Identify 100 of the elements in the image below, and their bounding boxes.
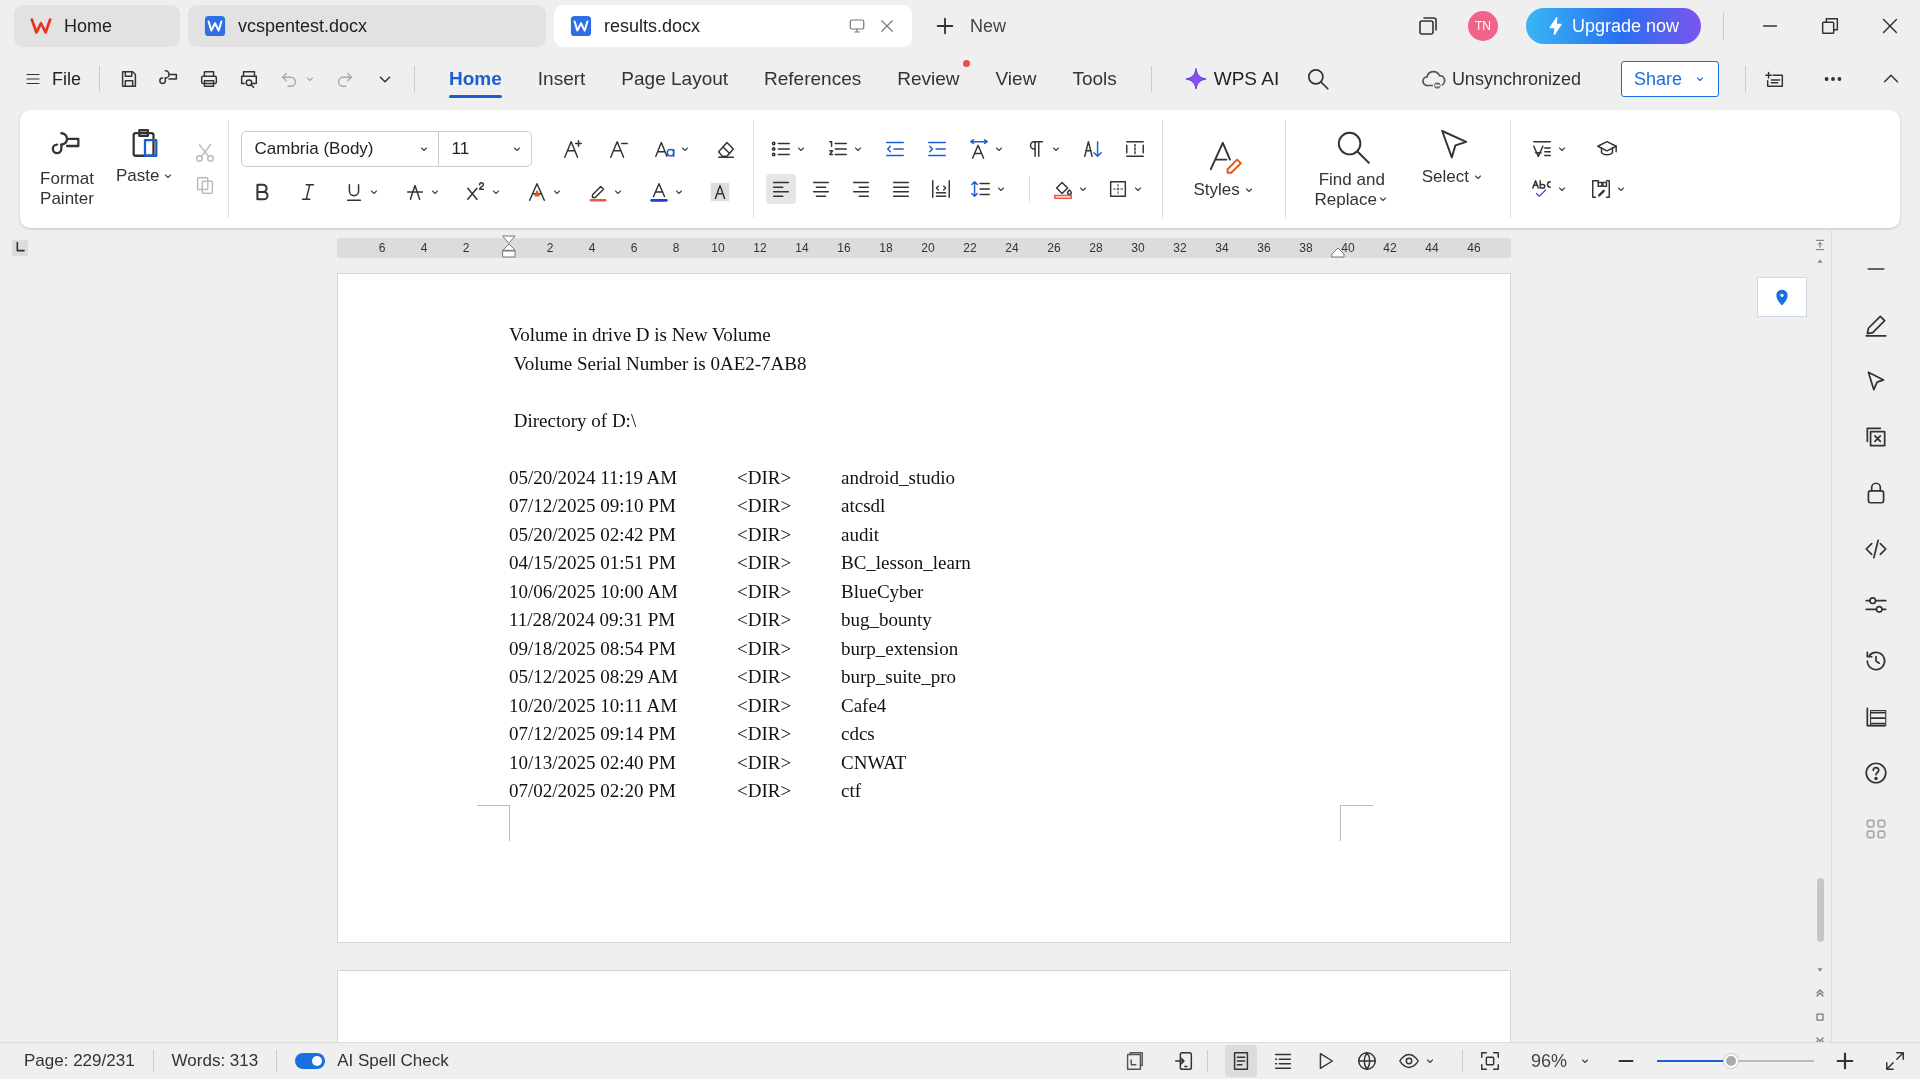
- ribbon-tab[interactable]: Page Layout: [605, 60, 745, 98]
- entry-name: BlueCyber: [841, 579, 925, 604]
- entry-type: <DIR>: [737, 608, 793, 632]
- text-layout-icon: [1531, 138, 1554, 160]
- character-shading-icon: [709, 181, 732, 203]
- format-painter-button[interactable]: Format Painter: [32, 124, 102, 214]
- align-left-button[interactable]: [766, 174, 797, 204]
- entry-name: android_studio: [841, 465, 956, 490]
- entry-type: <DIR>: [737, 494, 793, 518]
- entry-type: <DIR>: [737, 665, 793, 689]
- entry-type: <DIR>: [737, 779, 793, 803]
- find-replace-button[interactable]: Find and Replace: [1303, 123, 1400, 215]
- monitor-icon: [848, 17, 866, 35]
- text-direction-icon: [968, 138, 991, 160]
- entry-date: 09/18/2025 08:54 PM: [509, 636, 677, 661]
- entry-name: audit: [841, 522, 880, 547]
- columns-icon: [1124, 138, 1147, 160]
- location-button[interactable]: [1757, 277, 1807, 317]
- restore-icon[interactable]: [1819, 15, 1841, 37]
- ribbon-tab[interactable]: View: [979, 60, 1053, 98]
- wps-logo-icon: [30, 15, 52, 37]
- ribbon-tab[interactable]: Home: [433, 60, 518, 98]
- ribbon-tab[interactable]: Review: [881, 60, 976, 98]
- entry-date: 05/20/2025 02:42 PM: [509, 522, 677, 547]
- spell-check-toggle[interactable]: [295, 1053, 326, 1069]
- entry-date: 10/06/2025 10:00 AM: [509, 579, 679, 604]
- share-button[interactable]: Share: [1620, 61, 1719, 97]
- word-count: Words: 313: [171, 1051, 259, 1071]
- entry-type: <DIR>: [737, 465, 793, 490]
- document-line: Volume in drive D is New Volume: [509, 323, 772, 347]
- print-icon[interactable]: [198, 68, 220, 90]
- split-icon: [1813, 238, 1827, 252]
- print-preview-icon[interactable]: [238, 68, 260, 90]
- entry-name: bug_bounty: [841, 608, 933, 632]
- mobile-view-icon[interactable]: [1172, 1050, 1195, 1072]
- entry-type: <DIR>: [737, 693, 793, 718]
- search-icon[interactable]: [1305, 66, 1332, 92]
- document-icon: [204, 15, 226, 37]
- help-icon[interactable]: [1863, 760, 1889, 786]
- paste-button[interactable]: Paste: [108, 121, 183, 217]
- entry-name: cdcs: [841, 722, 876, 746]
- styles-button[interactable]: Styles: [1185, 133, 1263, 205]
- sparkle-icon: [1183, 67, 1208, 91]
- entry-type: <DIR>: [737, 522, 793, 547]
- ruler[interactable]: 6 4 2 2 4 6 8 10 12 14 16 18 20 22 24 26 28 30 32 34 36 38 40 42 44 46: [337, 238, 1511, 258]
- wps-ai-button[interactable]: WPS AI: [1169, 67, 1294, 91]
- entry-name: CNWAT: [841, 750, 908, 775]
- document-line: Directory of D:\: [512, 408, 638, 433]
- entry-name: burp_suite_pro: [841, 665, 958, 689]
- entry-type: <DIR>: [737, 579, 793, 604]
- sort-icon: [1082, 138, 1105, 160]
- entry-name: ctf: [841, 779, 863, 803]
- entry-type: <DIR>: [737, 722, 793, 746]
- compare-icon[interactable]: [1863, 424, 1889, 450]
- sync-status: Unsynchronized: [1451, 68, 1581, 90]
- entry-date: 07/12/2025 09:14 PM: [509, 722, 677, 746]
- select-button[interactable]: Select: [1413, 120, 1493, 218]
- shrink-font-icon: [608, 138, 631, 160]
- entry-date: 10/13/2025 02:40 PM: [509, 750, 677, 775]
- page-count: Page: 229/231: [24, 1051, 135, 1071]
- scrollbar-thumb[interactable]: [1816, 878, 1824, 942]
- align-distributed-icon: [930, 178, 953, 200]
- ribbon-tab[interactable]: Tools: [1056, 60, 1133, 98]
- ribbon-tab[interactable]: Insert: [521, 60, 602, 98]
- browse-object-icon: [1814, 1011, 1826, 1023]
- entry-name: burp_extension: [841, 636, 960, 661]
- fullscreen-icon[interactable]: [1884, 1050, 1906, 1072]
- tab-stop-icon[interactable]: [12, 240, 28, 256]
- upgrade-button[interactable]: Upgrade now: [1525, 8, 1701, 44]
- document-tab[interactable]: results.docx: [554, 5, 912, 47]
- entry-date: 05/12/2025 08:29 AM: [509, 665, 679, 689]
- entry-date: 10/20/2025 10:11 AM: [509, 693, 679, 718]
- zoom-in-icon[interactable]: [1834, 1050, 1856, 1072]
- entry-name: Cafe4: [841, 693, 888, 718]
- entry-date: 05/20/2024 11:19 AM: [509, 465, 679, 490]
- entry-name: BC_lesson_learn: [841, 551, 971, 575]
- entry-date: 04/15/2025 01:51 PM: [509, 551, 677, 575]
- zoom-level[interactable]: 96%: [1530, 1050, 1567, 1072]
- document-tab[interactable]: vcspentest.docx: [188, 5, 546, 47]
- fit-page-icon[interactable]: [1478, 1050, 1501, 1072]
- font-color-icon: [648, 181, 671, 203]
- history-icon[interactable]: [1863, 648, 1889, 674]
- entry-type: <DIR>: [737, 636, 793, 661]
- entry-type: <DIR>: [737, 551, 793, 575]
- spell-check-label: AI Spell Check: [337, 1051, 449, 1071]
- document-tab[interactable]: Home: [14, 5, 180, 47]
- corner-mark: [1340, 805, 1373, 841]
- file-menu-button[interactable]: File: [24, 68, 81, 90]
- spell-check-icon: [1531, 178, 1554, 200]
- pen-icon[interactable]: [1863, 312, 1889, 338]
- entry-date: 07/02/2025 02:20 PM: [509, 779, 677, 803]
- corner-mark: [477, 805, 510, 841]
- document-icon: [570, 15, 592, 37]
- entry-date: 07/12/2025 09:10 PM: [509, 494, 677, 518]
- entry-date: 11/28/2024 09:31 PM: [509, 608, 677, 632]
- ribbon-tab[interactable]: References: [748, 60, 878, 98]
- entry-type: <DIR>: [737, 750, 793, 775]
- new-tab-button[interactable]: New: [928, 14, 1012, 38]
- page-view-button[interactable]: [1224, 1045, 1257, 1077]
- plus-icon: [934, 15, 956, 37]
